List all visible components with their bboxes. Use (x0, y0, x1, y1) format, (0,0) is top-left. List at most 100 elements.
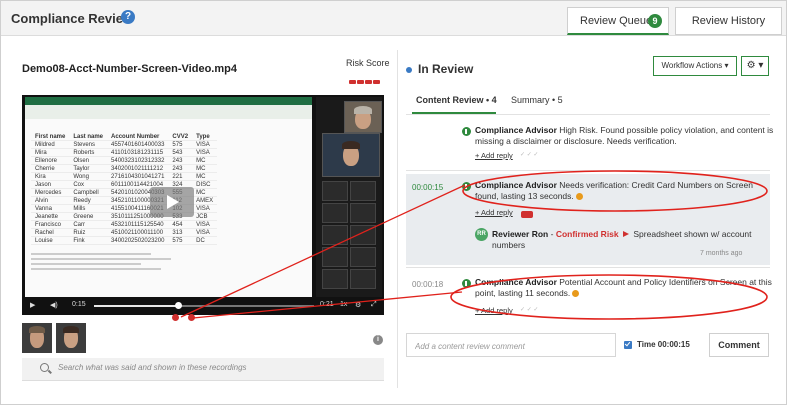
help-icon[interactable]: ? (121, 10, 135, 24)
spreadsheet-cell: 243 (168, 156, 193, 165)
spreadsheet-cell: DC (192, 236, 218, 245)
spreadsheet-cell: MC (192, 156, 218, 165)
add-reply-link[interactable]: + Add reply (475, 151, 513, 160)
review-item-3-timestamp[interactable]: 00:00:18 (412, 280, 443, 289)
spreadsheet-row: Mildred Stevens 4557401601400033 575 VISA (31, 140, 218, 149)
participant-tile (350, 181, 376, 201)
spreadsheet-cell: Francisco (31, 220, 70, 229)
checkbox-icon[interactable] (624, 341, 632, 349)
spreadsheet-cell: MC (192, 164, 218, 173)
spreadsheet-toolbar (25, 105, 312, 119)
settings-gear-icon[interactable]: ⚙ (355, 301, 361, 309)
settings-gear-icon[interactable]: ⚙ ▾ (741, 56, 769, 76)
spreadsheet-cell: 543 (168, 148, 193, 157)
tab-summary[interactable]: Summary • 5 (511, 95, 563, 105)
participant-tile (350, 225, 376, 245)
workflow-actions-label: Workflow Actions (661, 61, 723, 70)
seek-knob[interactable] (174, 302, 182, 309)
seek-bar[interactable] (94, 302, 314, 309)
review-item-author: Compliance Advisor (475, 180, 557, 190)
spreadsheet-cell: 3402001021111212 (107, 164, 169, 173)
warning-icon (572, 290, 580, 297)
seek-bar-progress (94, 305, 178, 307)
fullscreen-icon[interactable]: ⤢ (371, 301, 377, 309)
spreadsheet-cell: Ruiz (69, 228, 108, 237)
add-reply-link[interactable]: + Add reply (475, 208, 513, 217)
spreadsheet-cell: Cox (69, 180, 108, 189)
spreadsheet-header-cell: First name (31, 133, 70, 141)
avatar: RR (475, 228, 488, 241)
spreadsheet-cell: DISC (192, 180, 218, 189)
row-divider (406, 267, 770, 268)
spreadsheet-cell: VISA (192, 140, 218, 149)
info-icon[interactable]: i (373, 335, 383, 345)
reaction-icons[interactable]: ✓ ✓ ✓ (520, 151, 538, 158)
comment-button[interactable]: Comment (709, 333, 769, 357)
spreadsheet-cell: 5400323102312332 (107, 156, 169, 165)
player-controls: ▶ ◀) 0:15 0:21 1x ⚙ ⤢ (22, 297, 384, 315)
spreadsheet-cell: VISA (192, 220, 218, 229)
tab-review-history[interactable]: Review History (675, 7, 782, 35)
spreadsheet-cell: Vanna (31, 204, 70, 213)
current-time: 0:15 (72, 301, 86, 308)
spreadsheet-cell: Greene (69, 212, 108, 221)
participant-tile (322, 181, 348, 201)
spreadsheet-cell: MC (192, 172, 218, 181)
participant-thumbnail-1[interactable] (22, 323, 52, 353)
participant-thumbnail-2[interactable] (56, 323, 86, 353)
spreadsheet-cell: Cherrie (31, 164, 70, 173)
risk-score-label: Risk Score (346, 58, 390, 68)
volume-icon[interactable]: ◀) (50, 301, 58, 309)
risk-marker-2[interactable] (188, 314, 195, 321)
tab-review-queue[interactable]: Review Queue 9 (567, 7, 669, 35)
spreadsheet-cell: Olsen (69, 156, 108, 165)
spreadsheet-cell: Alvin (31, 196, 70, 205)
review-item-2-timestamp[interactable]: 00:00:15 (412, 183, 443, 192)
review-item-author: Compliance Advisor (475, 277, 557, 287)
comment-input[interactable] (413, 338, 612, 354)
workflow-actions-button[interactable]: Workflow Actions ▾ (653, 56, 737, 76)
tab-content-review[interactable]: Content Review • 4 (416, 95, 497, 105)
spreadsheet-row: Cherrie Taylor 3402001021111212 243 MC (31, 164, 218, 173)
spreadsheet-row: Ellenore Olsen 5400323102312332 243 MC (31, 156, 218, 165)
spreadsheet-cell: MC (192, 188, 218, 197)
spreadsheet-cell: Kira (31, 172, 70, 181)
video-player[interactable]: First name Last name Account Number CVV2 Typ… (22, 95, 384, 315)
spreadsheet-cell: Louise (31, 236, 70, 245)
comment-field[interactable] (406, 333, 616, 357)
transcript-search[interactable]: Search what was said and shown in these … (22, 358, 384, 381)
spreadsheet-row: Mira Roberts 4110103181231115 543 VISA (31, 148, 218, 157)
queue-count-badge: 9 (648, 14, 662, 28)
reaction-icons[interactable]: ✓ ✓ ✓ (520, 306, 538, 313)
spreadsheet-row: Louise Fink 3400202502023200 575 DC (31, 236, 218, 245)
compliance-advisor-icon (462, 127, 471, 136)
play-icon[interactable]: ▶ (30, 301, 35, 309)
spreadsheet-cell: 454 (168, 220, 193, 229)
review-item-1-text: Compliance Advisor High Risk. Found poss… (475, 125, 775, 147)
warning-icon (575, 193, 583, 200)
playback-speed[interactable]: 1x (340, 301, 347, 308)
spreadsheet-cell: Ellenore (31, 156, 70, 165)
participant-tile (350, 269, 376, 289)
status-dot (406, 67, 412, 73)
spreadsheet-cell: Roberts (69, 148, 108, 157)
spreadsheet-cell: Mercedes (31, 188, 70, 197)
spreadsheet-cell: 4510021100011100 (107, 228, 169, 237)
spreadsheet-cell: Mira (31, 148, 70, 157)
media-file-name: Demo08-Acct-Number-Screen-Video.mp4 (22, 63, 237, 75)
spreadsheet-header-cell: Last name (69, 133, 108, 141)
risk-marker-1[interactable] (172, 314, 179, 321)
app-title: Compliance Review (11, 11, 134, 26)
add-reply-link[interactable]: + Add reply (475, 306, 513, 315)
risk-bar (373, 80, 380, 84)
time-checkbox-label: Time 00:00:15 (637, 340, 690, 349)
participant-tile (322, 247, 348, 267)
participant-tile (350, 203, 376, 223)
spreadsheet-cell: 4110103181231115 (107, 148, 169, 157)
spreadsheet-notes (31, 253, 171, 270)
spreadsheet-cell: Wong (69, 172, 108, 181)
play-overlay-icon[interactable] (150, 187, 194, 217)
spreadsheet-header-cell: Type (192, 133, 218, 141)
spreadsheet-cell: Mildred (31, 140, 70, 149)
flag-icon (623, 231, 630, 237)
